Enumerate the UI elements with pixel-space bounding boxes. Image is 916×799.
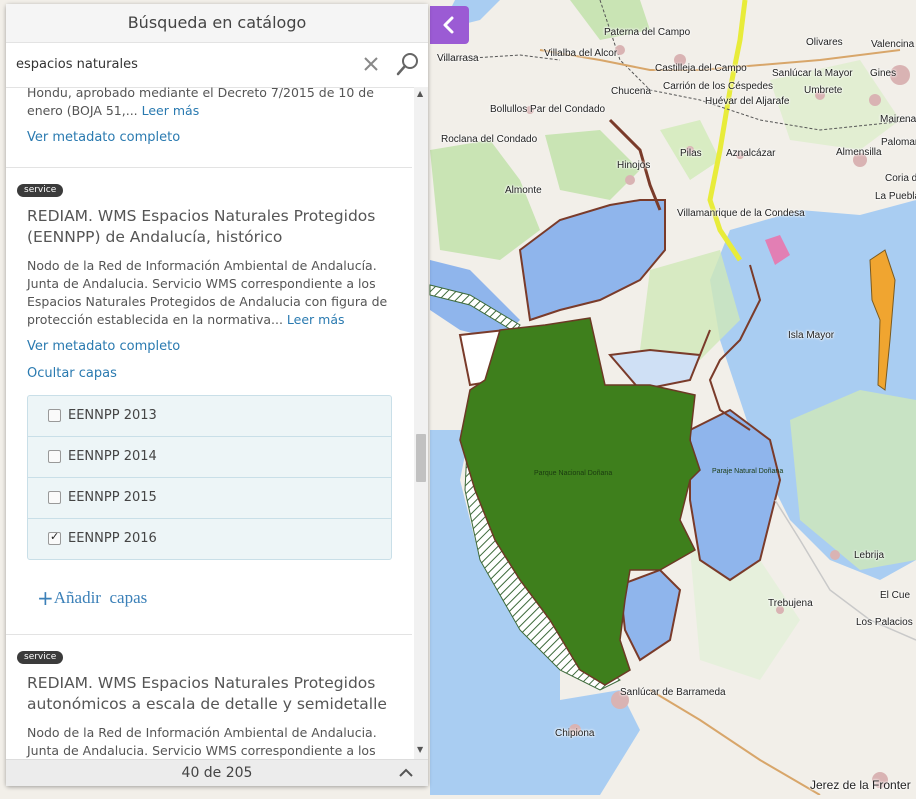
results-list[interactable]: Hondu, aprobado mediante el Decreto 7/20…: [6, 87, 428, 760]
list-item: service REDIAM. WMS Espacios Naturales P…: [6, 635, 412, 760]
service-badge: service: [17, 184, 64, 197]
place-label: Olivares: [806, 37, 843, 48]
place-label: Paterna del Campo: [604, 27, 691, 38]
place-label: Paraje Natural Doñana: [712, 468, 784, 475]
layer-label: EENNPP 2015: [68, 490, 157, 505]
place-label: Gines: [870, 68, 897, 79]
place-label: Pilas: [680, 148, 702, 159]
layer-item-eennpp-2013[interactable]: EENNPP 2013: [28, 396, 391, 437]
view-metadata-link[interactable]: Ver metadato completo: [27, 339, 180, 354]
results-footer: 40 de 205: [6, 759, 428, 786]
place-label: Valencina: [871, 39, 915, 50]
scroll-down-icon[interactable]: ▼: [417, 745, 423, 754]
layer-label: EENNPP 2016: [68, 531, 157, 546]
layer-checkbox[interactable]: [48, 450, 61, 463]
layer-checkbox[interactable]: [48, 529, 61, 545]
panel-title: Búsqueda en catálogo: [6, 4, 428, 43]
list-item: Hondu, aprobado mediante el Decreto 7/20…: [6, 87, 412, 168]
place-label: Aznalcázar: [726, 148, 776, 159]
collapse-results-button[interactable]: [398, 760, 414, 795]
place-label: El Cue: [880, 590, 911, 601]
place-label: Palomar: [881, 137, 916, 148]
read-more-link[interactable]: Leer más: [142, 103, 200, 118]
place-label: Chipiona: [555, 728, 595, 739]
place-label: Coria d: [885, 173, 916, 184]
place-label: Lebrija: [854, 550, 885, 561]
layer-checkbox[interactable]: [48, 409, 61, 422]
description-text: Hondu, aprobado mediante el Decreto 7/20…: [27, 87, 374, 100]
place-label: Castilleja del Campo: [655, 63, 747, 74]
close-icon: [364, 57, 378, 71]
layer-label: EENNPP 2014: [68, 449, 157, 464]
chevron-up-icon: [399, 768, 413, 777]
search-icon: [396, 53, 418, 76]
result-description: Hondu, aprobado mediante el Decreto 7/20…: [6, 87, 412, 120]
place-label: Almonte: [505, 185, 542, 196]
layer-item-eennpp-2014[interactable]: EENNPP 2014: [28, 437, 391, 478]
place-label: Umbrete: [804, 85, 843, 96]
result-description: Nodo de la Red de Información Ambiental …: [27, 725, 377, 758]
chevron-left-icon: [443, 16, 454, 34]
layer-label: EENNPP 2013: [68, 408, 157, 423]
search-button[interactable]: [395, 51, 421, 77]
place-label: La Puebla: [875, 191, 916, 202]
layer-checkbox[interactable]: [48, 491, 61, 504]
clear-search-button[interactable]: [361, 54, 381, 74]
place-label: Villamanrique de la Condesa: [677, 208, 805, 219]
place-label: Carrión de los Céspedes: [663, 81, 774, 92]
place-label: Sanlúcar la Mayor: [772, 68, 853, 79]
service-badge: service: [17, 651, 64, 664]
result-description: Nodo de la Red de Información Ambiental …: [6, 257, 412, 329]
read-more-link[interactable]: Leer más: [287, 312, 345, 327]
hide-layers-link[interactable]: Ocultar capas: [27, 366, 117, 381]
description-text: enero (BOJA 51,...: [27, 103, 142, 118]
plus-icon: +: [37, 586, 54, 610]
search-bar: [6, 43, 428, 88]
place-label: Hinojos: [617, 160, 651, 171]
place-label: Almensilla: [836, 147, 882, 158]
scroll-up-icon[interactable]: ▲: [417, 89, 423, 98]
place-label: Jerez de la Fronter: [810, 778, 911, 792]
place-label: Chucena: [611, 86, 652, 97]
view-metadata-link[interactable]: Ver metadato completo: [27, 130, 180, 145]
results-count: 40 de 205: [181, 765, 253, 781]
place-label: Parque Nacional Doñana: [534, 470, 613, 477]
add-layers-label: Añadir capas: [53, 588, 148, 607]
place-label: Villarrasa: [437, 53, 479, 64]
place-label: Trebujena: [768, 598, 813, 609]
place-label: Bollullos Par del Condado: [490, 104, 606, 115]
layer-item-eennpp-2016[interactable]: EENNPP 2016: [28, 519, 391, 559]
catalog-search-panel: Búsqueda en catálogo Hondu, aprobado med…: [6, 4, 428, 786]
layer-list: EENNPP 2013 EENNPP 2014 EENNPP 2015 EENN…: [27, 395, 392, 560]
results-scrollbar[interactable]: ▲ ▼: [414, 87, 428, 760]
place-label: Villalba del Alcor: [544, 48, 618, 59]
collapse-panel-button[interactable]: [430, 6, 469, 44]
place-label: Isla Mayor: [788, 330, 835, 341]
layer-item-eennpp-2015[interactable]: EENNPP 2015: [28, 478, 391, 519]
place-label: Los Palacios: [856, 617, 913, 628]
list-item: service REDIAM. WMS Espacios Naturales P…: [6, 168, 412, 635]
result-title[interactable]: REDIAM. WMS Espacios Naturales Protegido…: [6, 206, 412, 248]
add-layers-button[interactable]: +Añadir capas: [6, 578, 412, 618]
result-title[interactable]: REDIAM. WMS Espacios Naturales Protegido…: [6, 673, 412, 715]
scrollbar-thumb[interactable]: [416, 434, 426, 482]
place-label: Mairena: [880, 114, 916, 125]
search-input[interactable]: [6, 43, 366, 85]
place-label: Huévar del Aljarafe: [705, 96, 790, 107]
place-label: Roclana del Condado: [441, 134, 538, 145]
place-label: Sanlúcar de Barrameda: [620, 687, 726, 698]
